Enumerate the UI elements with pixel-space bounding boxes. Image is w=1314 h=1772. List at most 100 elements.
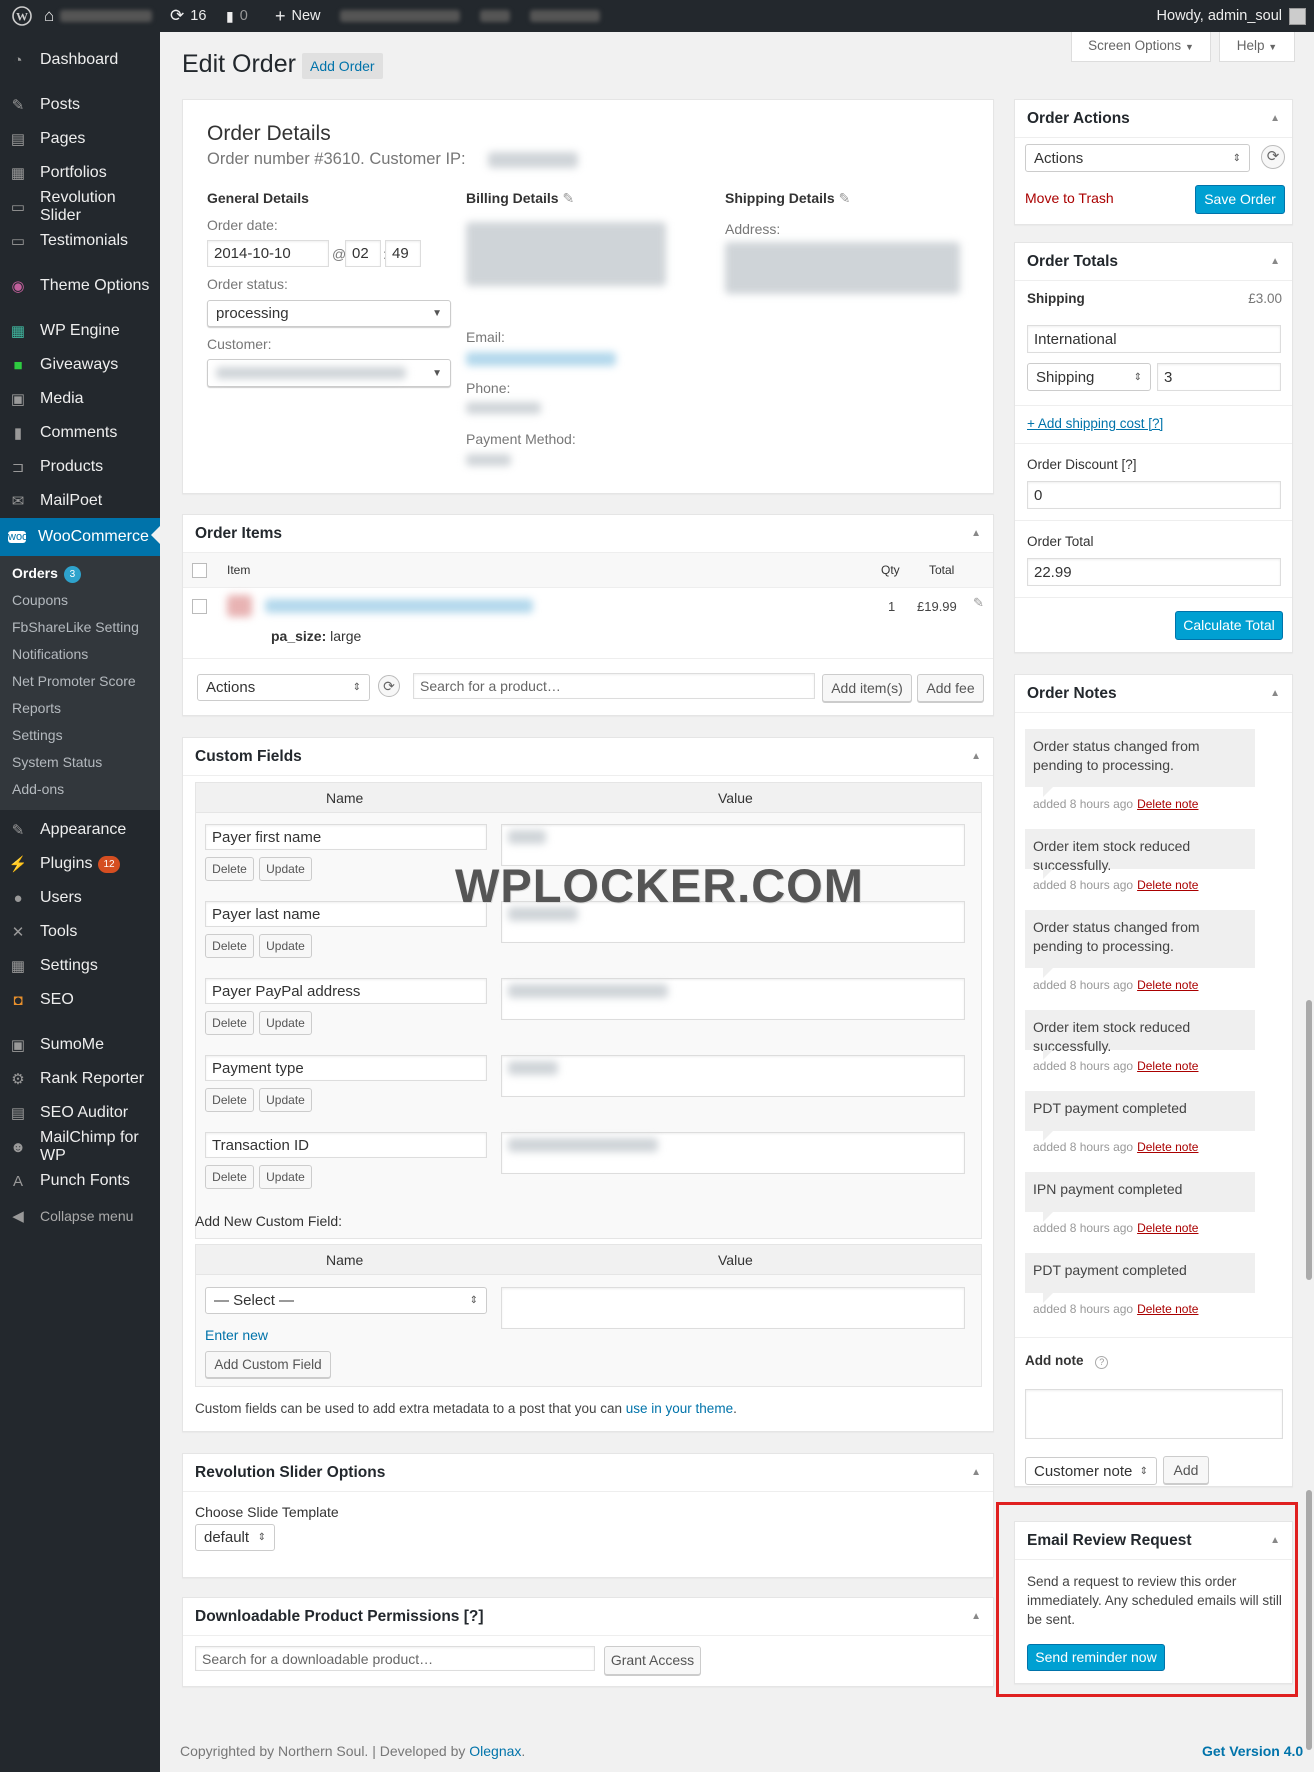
help-tip-icon[interactable]: ? [1095,1356,1109,1369]
update-button[interactable]: Update [259,934,312,958]
use-in-theme-link[interactable]: use in your theme [626,1401,733,1416]
olegnax-link[interactable]: Olegnax [469,1743,521,1759]
custom-field-value-textarea[interactable] [501,1132,965,1174]
update-button[interactable]: Update [259,1165,312,1189]
order-items-header[interactable]: Order Items ▲ [183,515,993,553]
item-actions-select[interactable]: Actions ⇕ [197,674,370,701]
order-notes-header[interactable]: Order Notes ▲ [1015,675,1292,713]
grant-access-button[interactable]: Grant Access [604,1646,701,1675]
custom-field-value-textarea[interactable] [501,1055,965,1097]
get-version-link[interactable]: Get Version 4.0 [1202,1743,1303,1759]
product-name-blurred[interactable] [265,599,533,613]
add-note-button[interactable]: Add [1163,1456,1209,1484]
customer-select[interactable]: ▼ [207,359,451,387]
menu-posts[interactable]: ✎ Posts [0,88,160,122]
menu-woocommerce[interactable]: woo WooCommerce [0,518,160,556]
save-order-button[interactable]: Save Order [1195,185,1285,214]
downloadable-permissions-header[interactable]: Downloadable Product Permissions [?] ▲ [183,1598,993,1636]
menu-dashboard[interactable]: ◔ Dashboard [0,43,160,77]
custom-field-name-input[interactable]: Transaction ID [205,1132,487,1158]
submenu-coupons[interactable]: Coupons [12,587,68,613]
menu-plugins[interactable]: ⚡ Plugins 12 [0,847,160,881]
menu-wp-engine[interactable]: ▦ WP Engine [0,314,160,348]
submenu-system-status[interactable]: System Status [12,749,102,775]
delete-note-link[interactable]: Delete note [1137,1221,1198,1235]
meta-key-select[interactable]: — Select — ⇕ [205,1287,487,1314]
scrollbar-thumb[interactable] [1306,1490,1312,1750]
order-action-select[interactable]: Actions ⇕ [1025,144,1250,172]
menu-theme-options[interactable]: ◉ Theme Options [0,269,160,303]
delete-note-link[interactable]: Delete note [1137,1302,1198,1316]
custom-field-value-textarea[interactable] [501,978,965,1020]
order-date-input[interactable]: 2014-10-10 [207,240,329,267]
new-field-value-textarea[interactable] [501,1287,965,1329]
refresh-icon[interactable]: ⟳ [378,675,400,697]
help-tab[interactable]: Help ▼ [1219,32,1295,62]
toggle-arrow-icon[interactable]: ▲ [1270,243,1280,281]
delete-note-link[interactable]: Delete note [1137,1059,1198,1073]
submenu-notifications[interactable]: Notifications [12,641,88,667]
site-home[interactable]: ⌂ [44,0,153,32]
menu-rank-reporter[interactable]: ⚙ Rank Reporter [0,1062,160,1096]
toggle-arrow-icon[interactable]: ▲ [971,515,981,553]
new-content-link[interactable]: + New [275,0,321,32]
submenu-net-promoter-score[interactable]: Net Promoter Score [12,668,136,694]
delete-note-link[interactable]: Delete note [1137,797,1198,811]
downloadable-product-search[interactable]: Search for a downloadable product… [195,1646,595,1671]
menu-pages[interactable]: ▤ Pages [0,122,160,156]
item-checkbox[interactable] [192,599,207,614]
edit-pencil-icon[interactable]: ✎ [839,190,851,206]
menu-users[interactable]: ● Users [0,881,160,915]
delete-note-link[interactable]: Delete note [1137,1140,1198,1154]
menu-portfolios[interactable]: ▦ Portfolios [0,156,160,190]
menu-seo-auditor[interactable]: ▤ SEO Auditor [0,1096,160,1130]
send-reminder-button[interactable]: Send reminder now [1027,1644,1165,1671]
move-to-trash-link[interactable]: Move to Trash [1025,190,1114,206]
revolution-slider-header[interactable]: Revolution Slider Options ▲ [183,1454,993,1492]
add-items-button[interactable]: Add item(s) [822,674,912,702]
toggle-arrow-icon[interactable]: ▲ [971,738,981,776]
menu-punch-fonts[interactable]: A Punch Fonts [0,1164,160,1198]
submenu-addons[interactable]: Add-ons [12,776,64,802]
email-review-request-header[interactable]: Email Review Request ▲ [1015,1522,1292,1560]
avatar[interactable] [1289,0,1306,32]
submenu-reports[interactable]: Reports [12,695,61,721]
add-fee-button[interactable]: Add fee [917,674,984,702]
menu-media[interactable]: ▣ Media [0,382,160,416]
menu-settings[interactable]: ▦ Settings [0,949,160,983]
collapse-menu[interactable]: ◀ Collapse menu [0,1199,160,1233]
note-type-select[interactable]: Customer note ⇕ [1025,1457,1157,1485]
update-button[interactable]: Update [259,857,312,881]
menu-appearance[interactable]: ✎ Appearance [0,813,160,847]
order-hour-input[interactable]: 02 [345,240,381,267]
menu-testimonials[interactable]: ▭ Testimonials [0,224,160,258]
delete-note-link[interactable]: Delete note [1137,878,1198,892]
submenu-settings[interactable]: Settings [12,722,63,748]
toggle-arrow-icon[interactable]: ▲ [971,1598,981,1636]
update-button[interactable]: Update [259,1011,312,1035]
custom-fields-header[interactable]: Custom Fields ▲ [183,738,993,776]
custom-field-name-input[interactable]: Payer first name [205,824,487,850]
refresh-icon[interactable]: ⟳ [1261,145,1285,169]
delete-button[interactable]: Delete [205,1011,254,1035]
menu-products[interactable]: ⊐ Products [0,450,160,484]
custom-field-name-input[interactable]: Payer PayPal address [205,978,487,1004]
delete-button[interactable]: Delete [205,1165,254,1189]
email-link-blurred[interactable] [466,352,616,366]
menu-tools[interactable]: ✕ Tools [0,915,160,949]
menu-mailchimp[interactable]: ☻ MailChimp for WP [0,1129,160,1164]
updates-link[interactable]: ⟳ 16 [170,0,206,32]
submenu-orders[interactable]: Orders 3 [12,560,81,586]
add-custom-field-button[interactable]: Add Custom Field [205,1351,331,1378]
toggle-arrow-icon[interactable]: ▲ [1270,1522,1280,1560]
enter-new-link[interactable]: Enter new [205,1327,268,1343]
scrollbar-thumb[interactable] [1306,1000,1312,1280]
select-all-checkbox[interactable] [192,563,207,578]
update-button[interactable]: Update [259,1088,312,1112]
toggle-arrow-icon[interactable]: ▲ [971,1454,981,1492]
shipping-name-input[interactable]: International [1027,325,1281,353]
comments-link[interactable]: ▮ 0 [226,0,248,32]
menu-revolution-slider[interactable]: ▭ Revolution Slider [0,189,160,224]
edit-pencil-icon[interactable]: ✎ [562,190,574,206]
order-total-input[interactable]: 22.99 [1027,558,1281,586]
